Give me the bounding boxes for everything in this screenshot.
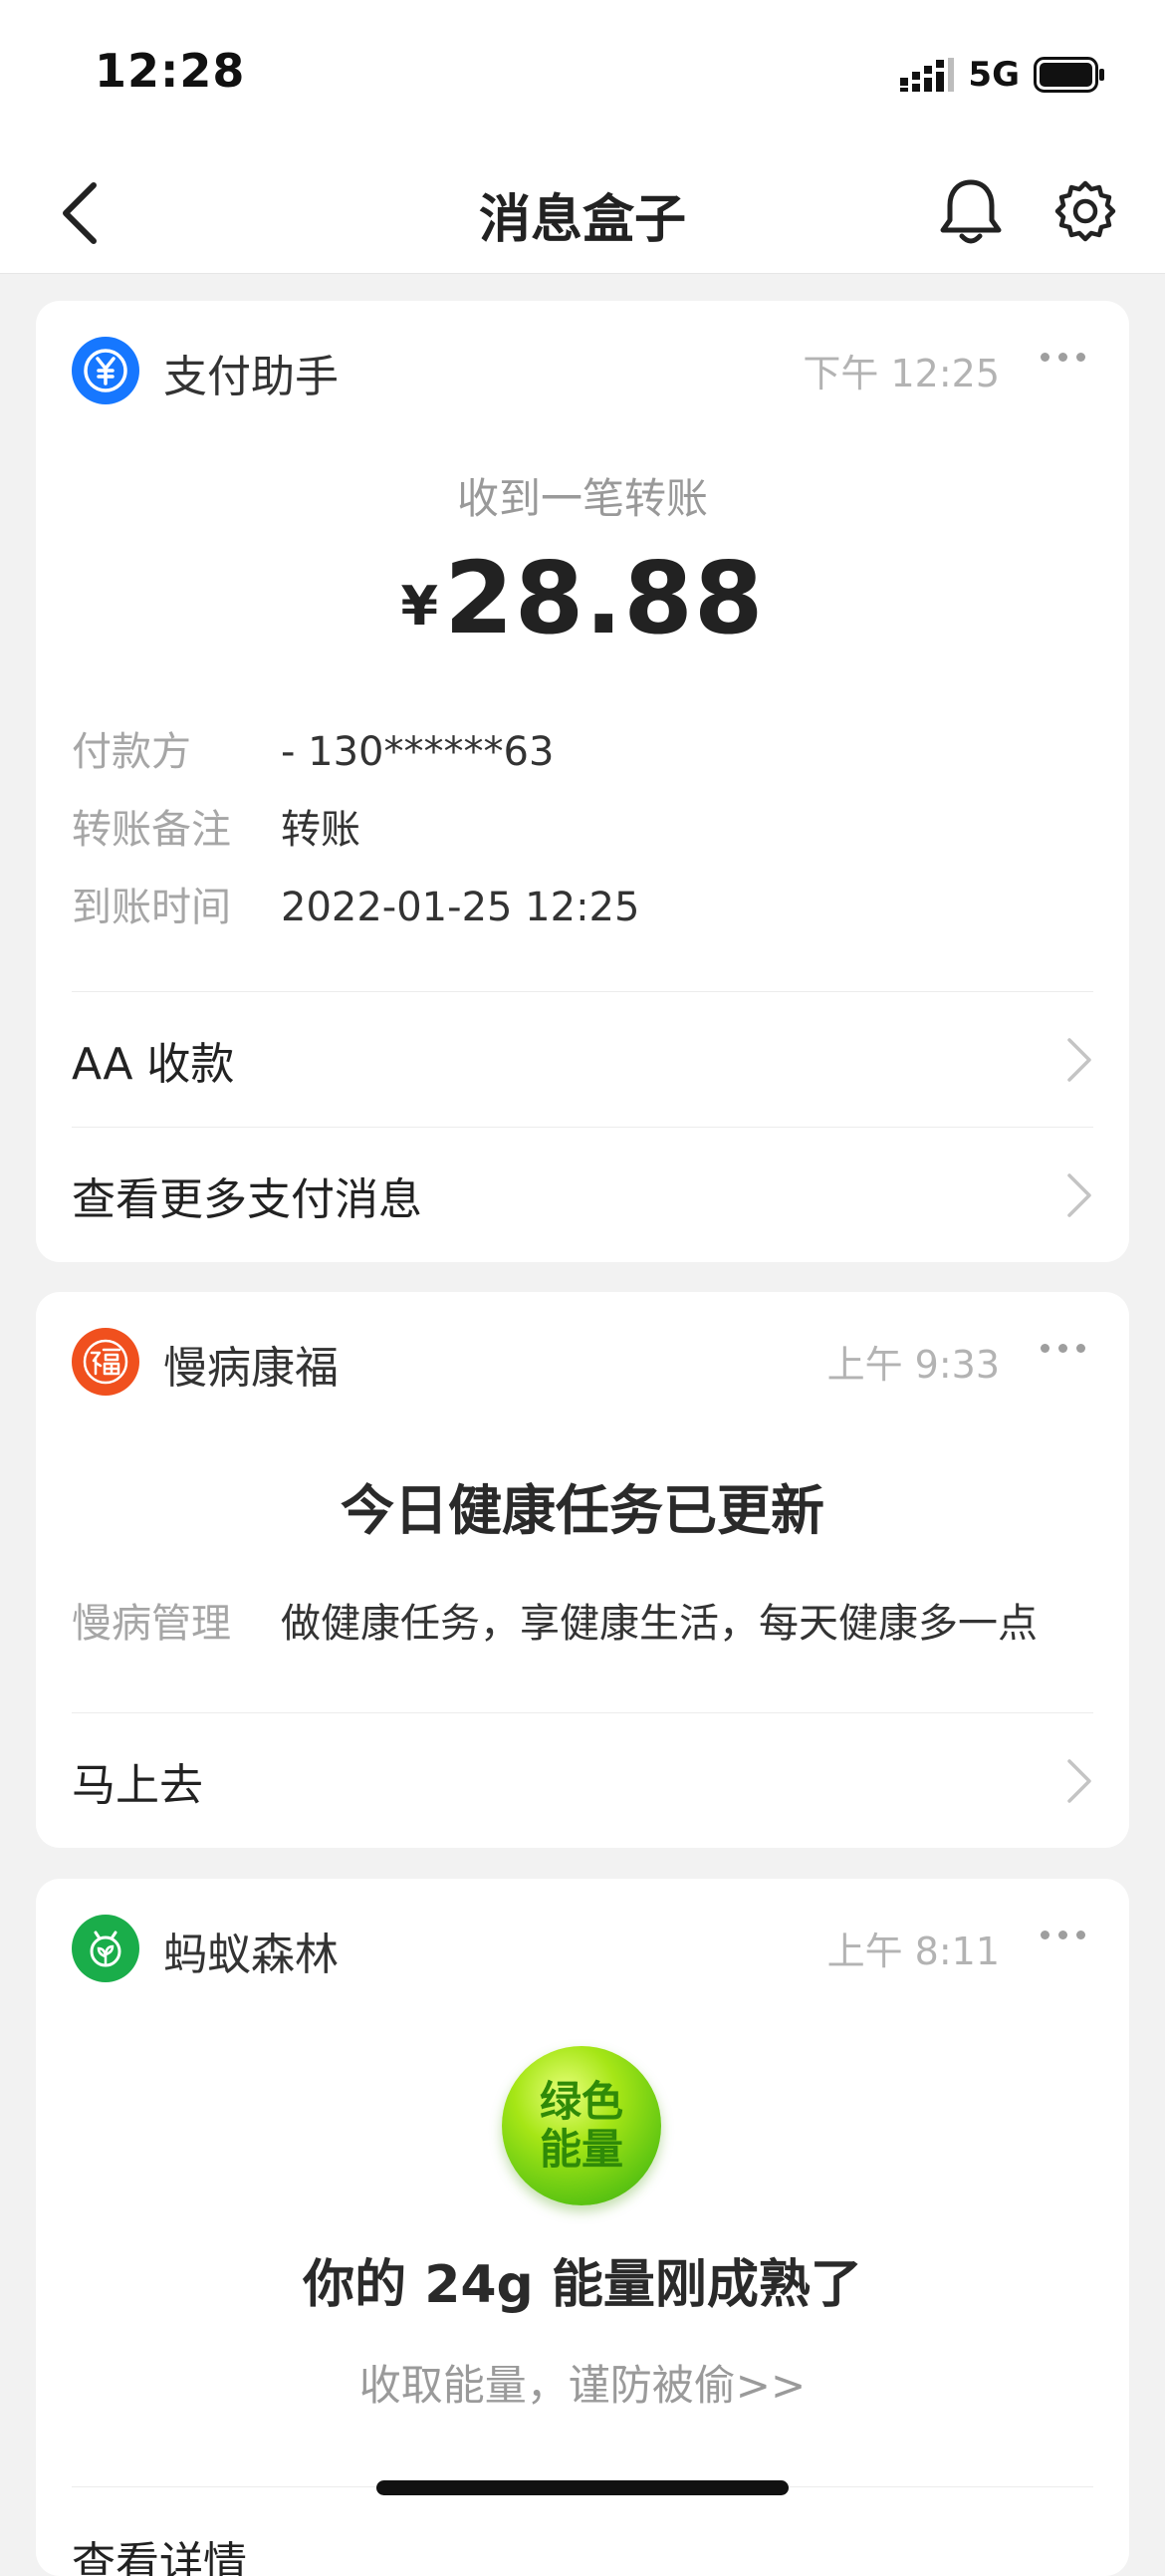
remark-value: 转账: [281, 807, 360, 853]
arrival-time-row: 到账时间 2022-01-25 12:25: [72, 875, 639, 932]
payer-label: 付款方: [72, 729, 191, 775]
collect-energy-link[interactable]: 收取能量，谨防被偷>>: [36, 2352, 1129, 2413]
transfer-amount: ¥28.88: [36, 540, 1129, 656]
green-energy-ball[interactable]: 绿色能量: [502, 2046, 661, 2205]
remark-label: 转账备注: [72, 807, 231, 853]
payment-message-card[interactable]: 支付助手 下午 12:25 收到一笔转账 ¥28.88 付款方 - 130****…: [36, 301, 1129, 1262]
card-app-name: 慢病康福: [163, 1343, 339, 1394]
energy-ripe-title: 你的 24g 能量刚成熟了: [303, 2255, 862, 2315]
status-bar: 12:28 5G: [0, 0, 1165, 149]
card-header: 蚂蚁森林 上午 8:11: [36, 1879, 1129, 2018]
chevron-right-icon: [1067, 1038, 1091, 1082]
more-payment-messages-label: 查看更多支付消息: [72, 1173, 422, 1225]
card-time: 下午 12:25: [803, 352, 1000, 395]
amount-value: 28.88: [444, 540, 765, 656]
card-time: 上午 8:11: [826, 1930, 1000, 1973]
transfer-subtitle: 收到一笔转账: [456, 474, 708, 523]
more-payment-messages-link[interactable]: 查看更多支付消息: [72, 1127, 1093, 1262]
card-time: 上午 9:33: [826, 1343, 1000, 1387]
status-indicators: 5G: [900, 52, 1105, 98]
payer-row: 付款方 - 130******63: [72, 719, 554, 777]
arrival-time-value: 2022-01-25 12:25: [281, 885, 640, 930]
health-fu-icon: [72, 1328, 139, 1396]
green-energy-text: 绿色能量: [539, 2077, 623, 2174]
chevron-right-icon: [1067, 1173, 1091, 1217]
chronic-management-label: 慢病管理: [72, 1601, 231, 1647]
aa-collect-label: AA 收款: [72, 1038, 235, 1090]
battery-icon: [1034, 57, 1104, 93]
aa-collect-link[interactable]: AA 收款: [72, 991, 1093, 1127]
card-app-name: 支付助手: [163, 352, 339, 402]
health-message-card[interactable]: 慢病康福 上午 9:33 今日健康任务已更新 慢病管理 做健康任务，享健康生活，每…: [36, 1292, 1129, 1848]
arrival-time-label: 到账时间: [72, 885, 231, 930]
navigation-bar: 消息盒子: [0, 149, 1165, 274]
bell-icon: [940, 179, 1002, 244]
payer-value: - 130******63: [281, 729, 555, 775]
ant-forest-icon: [72, 1915, 139, 1982]
network-label: 5G: [968, 55, 1020, 95]
remark-row: 转账备注 转账: [72, 797, 360, 855]
chronic-management-row: 慢病管理 做健康任务，享健康生活，每天健康多一点: [72, 1591, 1038, 1649]
signal-icon: [900, 58, 955, 92]
more-options-icon[interactable]: [1041, 353, 1085, 362]
card-header: 慢病康福 上午 9:33: [36, 1292, 1129, 1431]
card-header: 支付助手 下午 12:25: [36, 301, 1129, 440]
currency-symbol: ¥: [400, 575, 439, 638]
alipay-assistant-icon: [72, 337, 139, 404]
gear-icon: [1054, 180, 1116, 242]
ant-forest-message-card[interactable]: 蚂蚁森林 上午 8:11 绿色能量 你的 24g 能量刚成熟了 收取能量，谨防被…: [36, 1879, 1129, 2576]
home-indicator[interactable]: [376, 2480, 789, 2495]
chronic-management-value: 做健康任务，享健康生活，每天健康多一点: [281, 1601, 1038, 1647]
card-app-name: 蚂蚁森林: [163, 1930, 339, 1980]
settings-button[interactable]: [1046, 171, 1125, 251]
more-options-icon[interactable]: [1041, 1344, 1085, 1353]
status-time: 12:28: [95, 44, 246, 98]
more-options-icon[interactable]: [1041, 1931, 1085, 1939]
view-details-label: 查看详情: [72, 2538, 247, 2576]
notification-button[interactable]: [931, 171, 1011, 251]
go-now-label: 马上去: [72, 1759, 203, 1811]
health-task-title: 今日健康任务已更新: [341, 1479, 824, 1542]
go-now-link[interactable]: 马上去: [72, 1712, 1093, 1848]
chevron-right-icon: [1067, 1759, 1091, 1803]
